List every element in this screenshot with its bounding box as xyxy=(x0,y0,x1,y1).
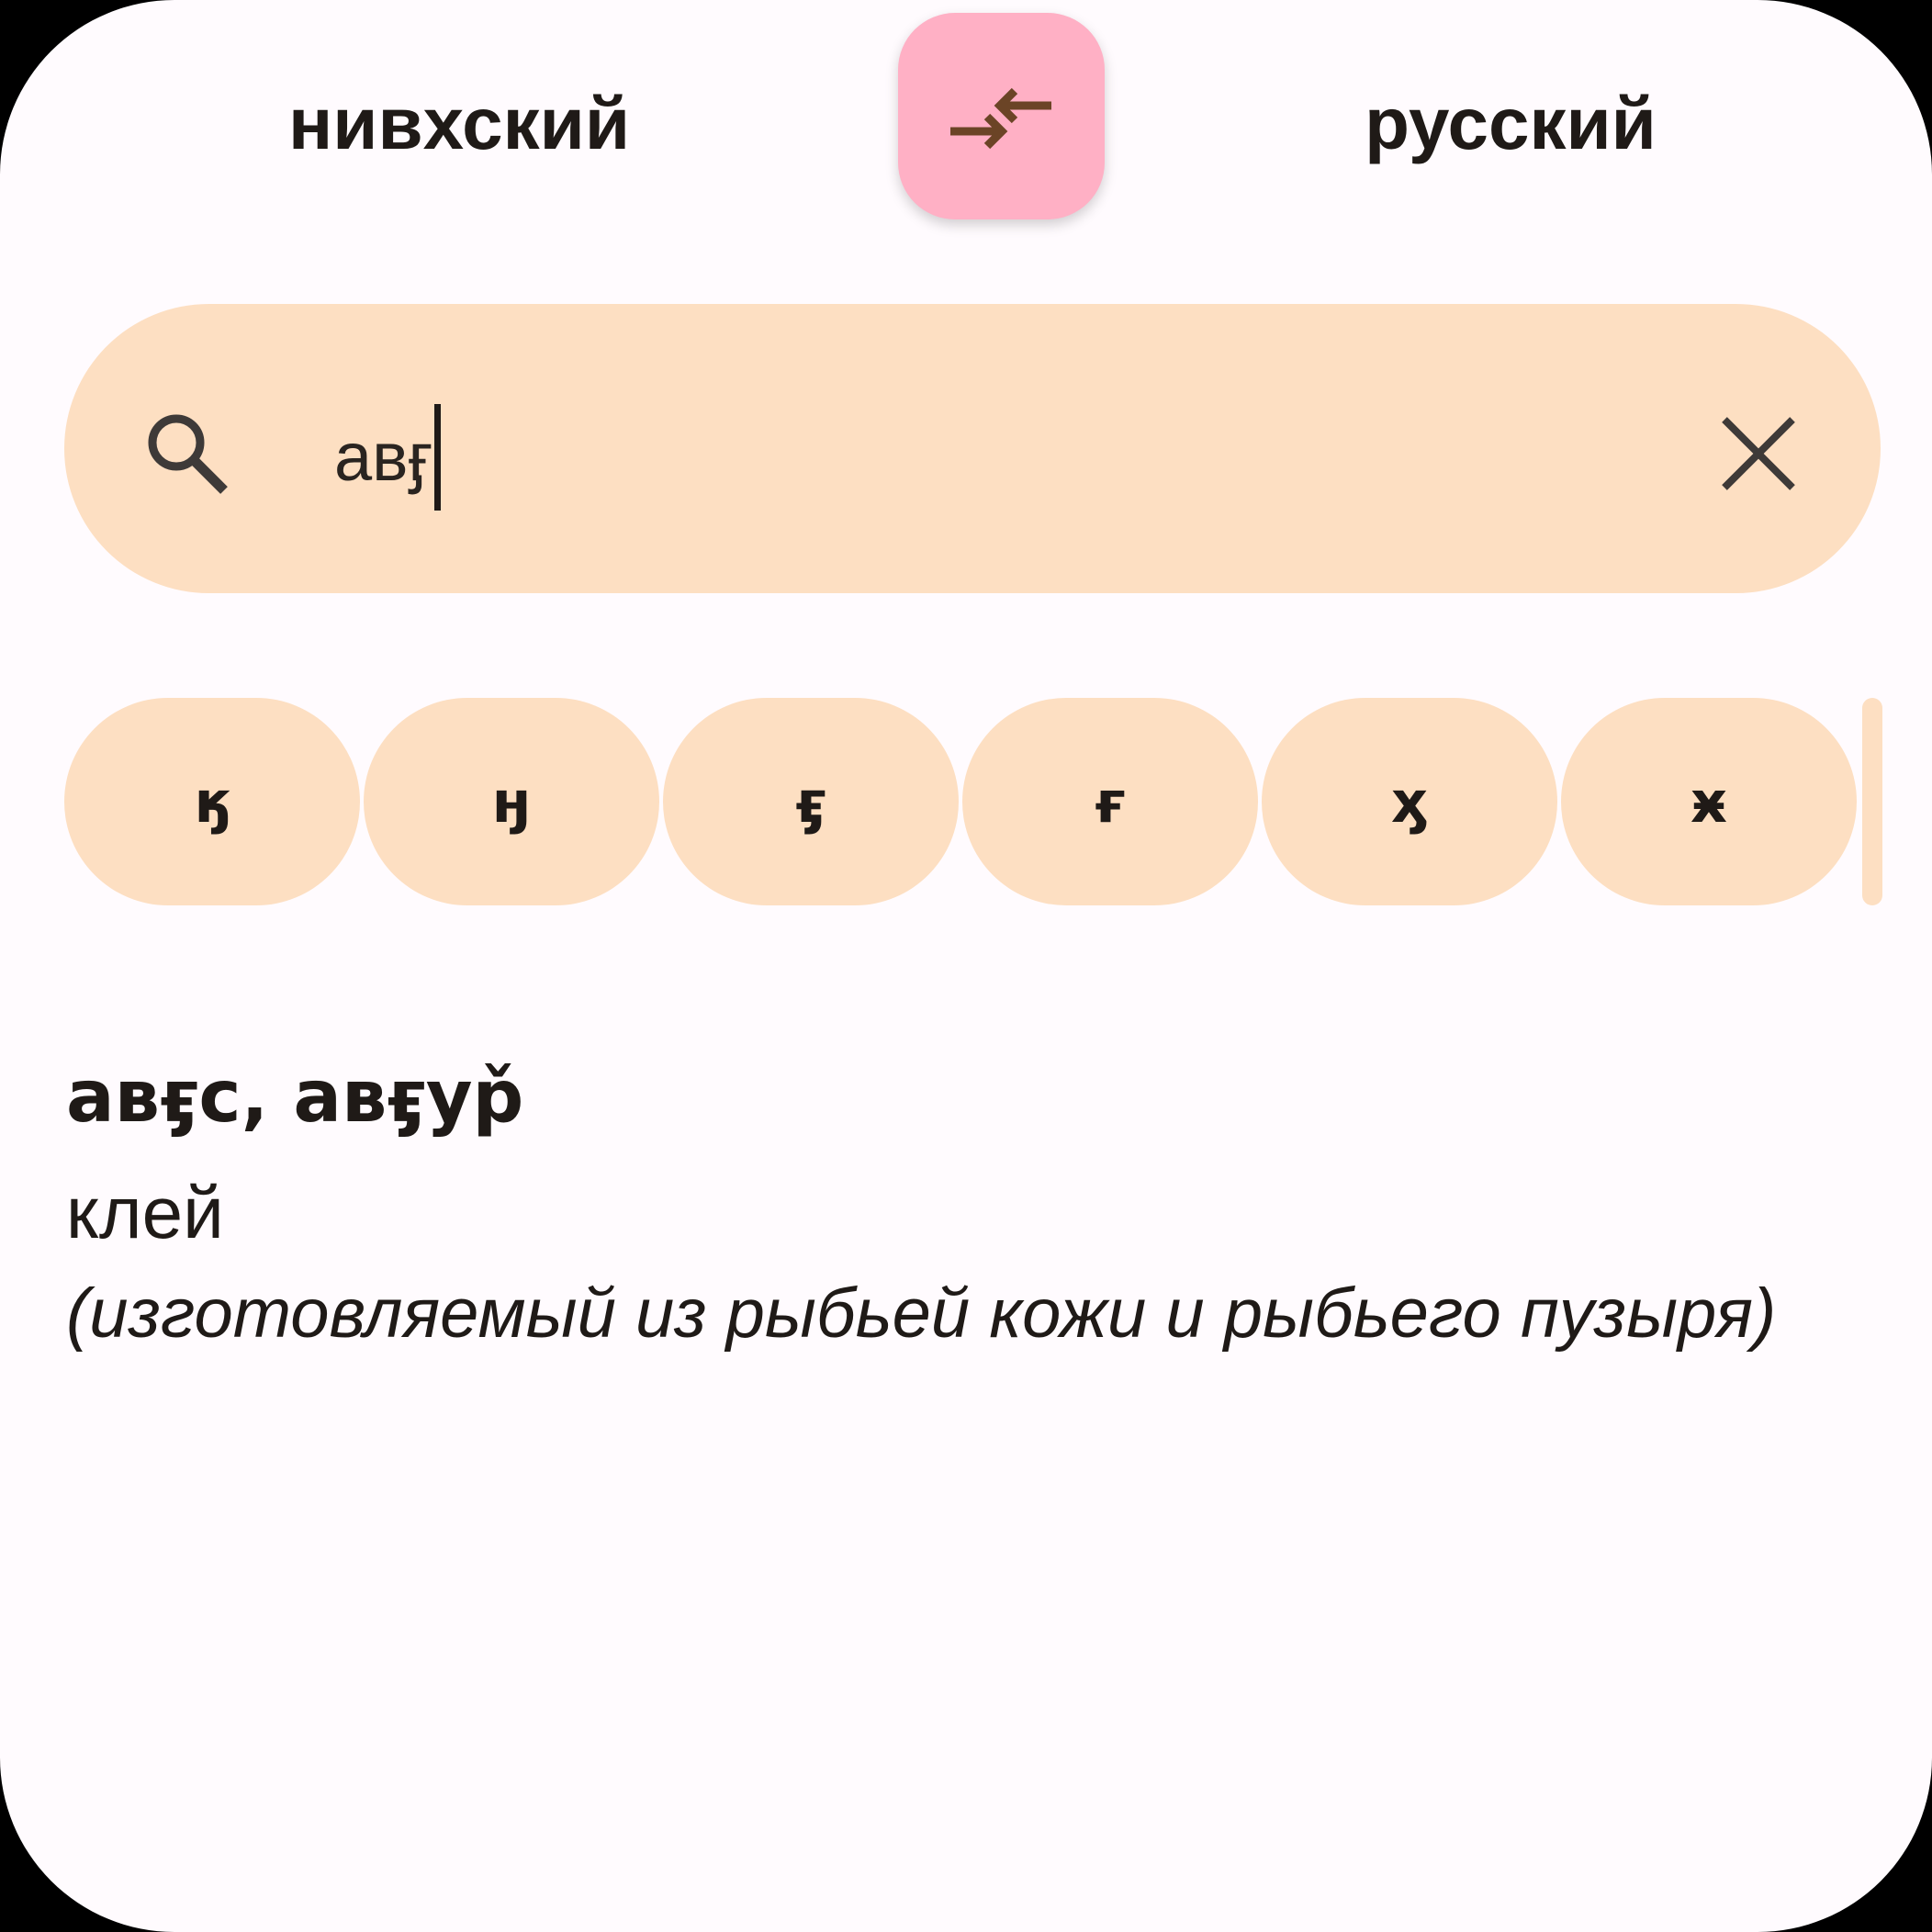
special-letters-row: ӄ ӈ ӻ ғ ӽ ӿ xyxy=(64,698,1860,905)
close-icon[interactable] xyxy=(1717,412,1800,495)
letter-chip[interactable]: ӈ xyxy=(364,698,659,905)
letter-chip[interactable]: ғ xyxy=(962,698,1258,905)
letter-chip[interactable]: ӄ xyxy=(64,698,360,905)
swap-arrows-icon xyxy=(949,87,1051,149)
text-cursor xyxy=(434,404,442,511)
entry-headword: авӻс, авӻур̌ xyxy=(66,1056,524,1139)
letter-chip[interactable]: ӻ xyxy=(663,698,959,905)
target-language-label[interactable]: русский xyxy=(1217,78,1804,170)
letter-chip[interactable]: ӿ xyxy=(1561,698,1857,905)
entry-note: (изготовляемый из рыбьей кожи и рыбьего … xyxy=(66,1275,1777,1353)
search-input[interactable]: авӻ xyxy=(334,404,442,511)
source-language-label[interactable]: нивхский xyxy=(165,78,753,170)
search-icon[interactable] xyxy=(140,406,231,498)
entry-translation: клей xyxy=(66,1172,224,1253)
app-screen: нивхский русский авӻ ӄ ӈ ӻ ғ ӽ ӿ авӻс, а… xyxy=(0,0,1932,1932)
letter-chip[interactable]: ӽ xyxy=(1262,698,1557,905)
swap-languages-button[interactable] xyxy=(898,13,1105,219)
letters-scroll-indicator[interactable] xyxy=(1862,698,1882,905)
search-input-value: авӻ xyxy=(334,419,433,495)
